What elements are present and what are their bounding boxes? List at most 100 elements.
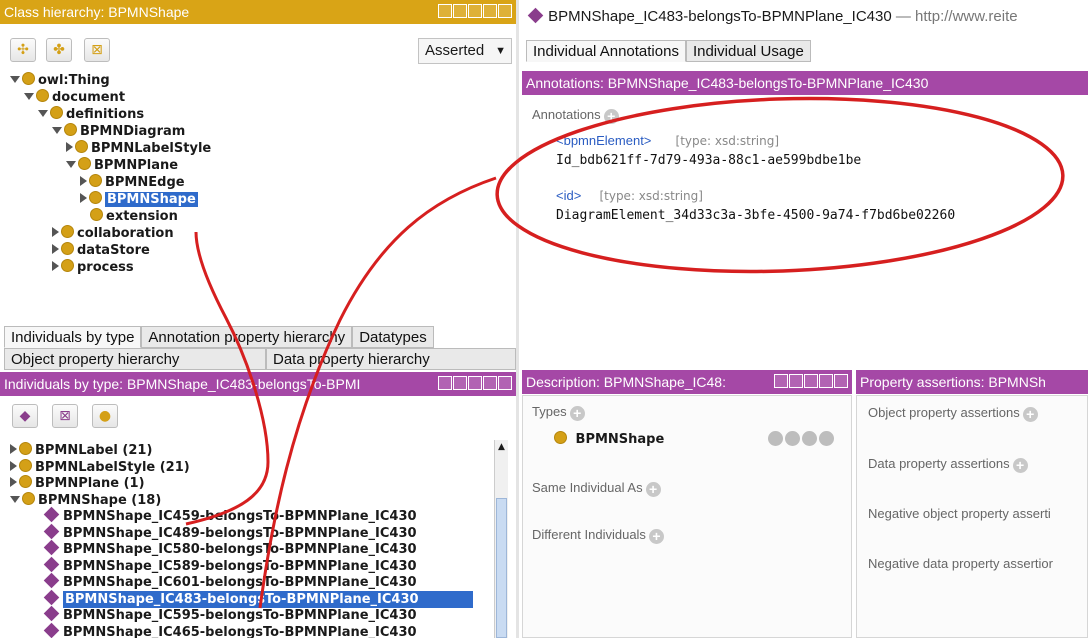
expand-closed-icon[interactable]	[10, 444, 17, 454]
delete-class-button[interactable]: ⊠	[84, 38, 110, 62]
class-tree-item[interactable]: BPMNShape	[80, 191, 198, 208]
class-tree-item[interactable]: BPMNLabelStyle	[66, 140, 211, 157]
class-tree-item[interactable]: BPMNDiagram	[52, 123, 185, 140]
tab-individual-annotations[interactable]: Individual Annotations	[526, 40, 686, 62]
class-icon	[19, 442, 32, 455]
close-icon[interactable]	[834, 374, 848, 388]
class-icon	[36, 89, 49, 102]
annotation-item-1[interactable]: <id> [type: xsd:string] DiagramElement_3…	[556, 188, 955, 223]
class-tree-item[interactable]: BPMNPlane	[66, 157, 178, 174]
individual-list-item[interactable]: BPMNShape_IC465-belongsTo-BPMNPlane_IC43…	[43, 622, 417, 638]
annotation-property: <id>	[556, 188, 582, 203]
expand-closed-icon[interactable]	[52, 244, 59, 254]
expand-open-icon[interactable]	[10, 495, 20, 503]
individual-list-item[interactable]: BPMNShape_IC489-belongsTo-BPMNPlane_IC43…	[43, 523, 417, 542]
individual-label: BPMNShape_IC595-belongsTo-BPMNPlane_IC43…	[63, 608, 417, 623]
expand-closed-icon[interactable]	[80, 193, 87, 203]
tab-individuals-by-type[interactable]: Individuals by type	[4, 326, 142, 348]
minimize-icon[interactable]	[468, 4, 482, 18]
restore-icon[interactable]	[438, 4, 452, 18]
class-tree-item[interactable]: BPMNLabelStyle (21)	[10, 458, 190, 476]
minimize-icon[interactable]	[468, 376, 482, 390]
class-hierarchy-window-buttons[interactable]	[438, 4, 512, 18]
close-icon[interactable]	[498, 4, 512, 18]
minimize-icon[interactable]	[804, 374, 818, 388]
class-tree-item[interactable]: BPMNShape (18)	[10, 491, 161, 509]
tab-data-property-hierarchy[interactable]: Data property hierarchy	[266, 348, 516, 370]
types-label: Types	[532, 404, 567, 419]
expand-open-icon[interactable]	[24, 93, 34, 100]
expand-open-icon[interactable]	[10, 76, 20, 83]
class-tree-item[interactable]: dataStore	[52, 242, 150, 259]
expand-closed-icon[interactable]	[80, 176, 87, 186]
delete-individual-button[interactable]: ⊠	[52, 404, 78, 428]
expand-closed-icon[interactable]	[10, 460, 17, 471]
add-different-individual-icon[interactable]: +	[648, 529, 664, 544]
maximize-icon[interactable]	[483, 376, 497, 390]
expand-open-icon[interactable]	[66, 161, 76, 168]
individual-list-item[interactable]: BPMNShape_IC459-belongsTo-BPMNPlane_IC43…	[43, 506, 417, 525]
expand-closed-icon[interactable]	[52, 227, 59, 237]
maximize-icon[interactable]	[483, 4, 497, 18]
edit-icon[interactable]	[819, 431, 834, 446]
class-tree-item[interactable]: BPMNLabel (21)	[10, 442, 152, 459]
individual-list-item[interactable]: BPMNShape_IC580-belongsTo-BPMNPlane_IC43…	[43, 539, 417, 558]
expand-closed-icon[interactable]	[52, 261, 59, 271]
left-right-divider[interactable]	[516, 0, 519, 638]
split-icon[interactable]	[453, 4, 467, 18]
class-tree-item[interactable]: extension	[80, 208, 178, 225]
explain-icon[interactable]	[785, 431, 800, 446]
class-tree-item[interactable]: definitions	[38, 106, 144, 123]
class-icon	[50, 106, 63, 119]
class-tree-item[interactable]: process	[52, 259, 134, 276]
class-icon	[61, 225, 74, 238]
type-entry[interactable]: BPMNShape	[554, 431, 844, 447]
tab-datatypes[interactable]: Datatypes	[352, 326, 434, 348]
individuals-window-buttons[interactable]	[438, 376, 512, 390]
add-subclass-button[interactable]: ✣	[10, 38, 36, 62]
tab-annotation-property-hierarchy[interactable]: Annotation property hierarchy	[141, 326, 353, 348]
add-annotation-icon[interactable]: +	[603, 109, 619, 124]
class-tree-item[interactable]: BPMNPlane (1)	[10, 475, 145, 492]
add-data-property-icon[interactable]: +	[1012, 458, 1028, 473]
class-tree-item[interactable]: BPMNEdge	[80, 174, 185, 191]
annotations-section: Annotations +	[532, 107, 619, 124]
expand-closed-icon[interactable]	[66, 142, 73, 152]
info-icon[interactable]	[768, 431, 783, 446]
add-same-individual-icon[interactable]: +	[645, 482, 661, 497]
add-type-button[interactable]: ●	[92, 404, 118, 428]
individual-list-item[interactable]: BPMNShape_IC595-belongsTo-BPMNPlane_IC43…	[43, 605, 417, 624]
add-sibling-button[interactable]: ✤	[46, 38, 72, 62]
annotation-item-0[interactable]: <bpmnElement> [type: xsd:string] Id_bdb6…	[556, 133, 861, 168]
close-icon[interactable]	[498, 376, 512, 390]
expand-open-icon[interactable]	[38, 110, 48, 117]
individual-list-item[interactable]: BPMNShape_IC589-belongsTo-BPMNPlane_IC43…	[43, 556, 417, 575]
add-object-property-icon[interactable]: +	[1022, 407, 1038, 422]
individual-list-item[interactable]: BPMNShape_IC483-belongsTo-BPMNPlane_IC43…	[43, 589, 473, 608]
expand-open-icon[interactable]	[52, 127, 62, 134]
scroll-up-icon[interactable]: ▲	[496, 442, 507, 453]
split-icon[interactable]	[789, 374, 803, 388]
individual-icon	[43, 539, 60, 556]
hierarchy-mode-dropdown[interactable]: Asserted ▼	[418, 38, 512, 64]
class-tree-item[interactable]: owl:Thing	[10, 72, 110, 89]
tab-individual-usage[interactable]: Individual Usage	[685, 40, 811, 62]
add-individual-button[interactable]: ◆	[12, 404, 38, 428]
remove-icon[interactable]	[802, 431, 817, 446]
restore-icon[interactable]	[774, 374, 788, 388]
property-assertions-title: Property assertions: BPMNSh	[856, 370, 1088, 394]
individuals-scrollbar[interactable]: ▲	[494, 440, 508, 638]
class-icon	[554, 431, 567, 444]
expand-closed-icon[interactable]	[10, 477, 17, 487]
class-tree-item[interactable]: document	[24, 89, 125, 106]
scroll-thumb[interactable]	[496, 498, 507, 638]
tab-object-property-hierarchy[interactable]: Object property hierarchy	[4, 348, 266, 370]
add-type-icon[interactable]: +	[569, 406, 585, 421]
restore-icon[interactable]	[438, 376, 452, 390]
individuals-title-text: Individuals by type: BPMNShape_IC483-bel…	[4, 376, 361, 392]
maximize-icon[interactable]	[819, 374, 833, 388]
class-tree-item[interactable]: collaboration	[52, 225, 174, 242]
individual-list-item[interactable]: BPMNShape_IC601-belongsTo-BPMNPlane_IC43…	[43, 572, 417, 591]
description-window-buttons[interactable]	[774, 374, 848, 388]
split-icon[interactable]	[453, 376, 467, 390]
